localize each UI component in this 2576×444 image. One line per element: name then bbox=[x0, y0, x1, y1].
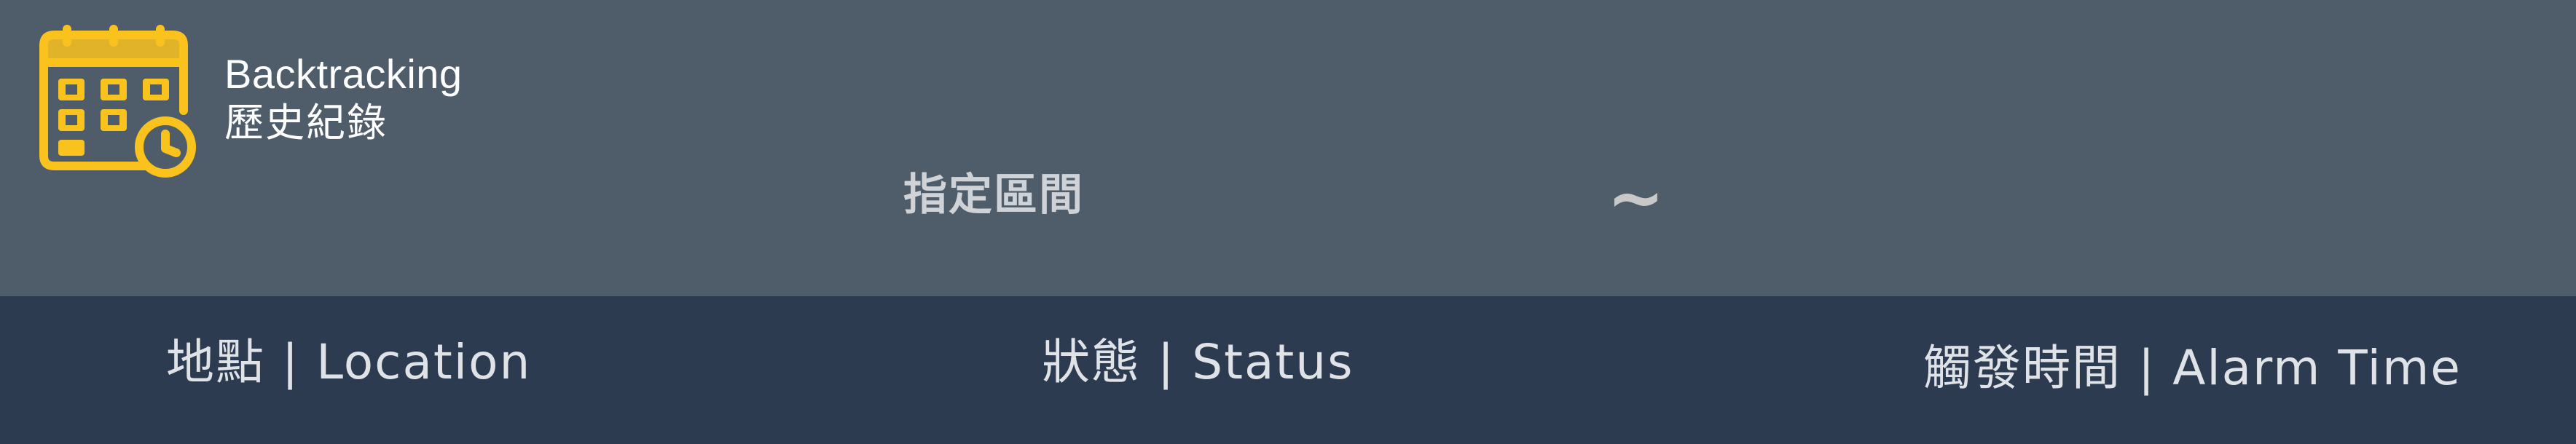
top-bar: Backtracking 歷史紀錄 指定區間 ~ bbox=[0, 0, 2576, 296]
range-end-input[interactable] bbox=[1705, 160, 2142, 226]
range-start-input[interactable] bbox=[1180, 160, 1588, 226]
range-separator: ~ bbox=[1607, 159, 1665, 238]
app-title-zh: 歷史紀錄 bbox=[224, 100, 388, 146]
column-header-location[interactable]: 地點 | Location bbox=[166, 338, 531, 386]
table-header: 地點 | Location 狀態 | Status 觸發時間 | Alarm T… bbox=[0, 296, 2576, 444]
app-brand: Backtracking 歷史紀錄 bbox=[224, 54, 463, 143]
backtracking-page: Backtracking 歷史紀錄 指定區間 ~ 地點 | Location 狀… bbox=[0, 0, 2576, 444]
column-header-status[interactable]: 狀態 | Status bbox=[1042, 338, 1354, 386]
column-header-alarm-time[interactable]: 觸發時間 | Alarm Time bbox=[1923, 344, 2462, 392]
calendar-clock-icon bbox=[38, 25, 198, 182]
app-title-en: Backtracking bbox=[224, 51, 463, 97]
date-range-label: 指定區間 bbox=[903, 170, 1084, 221]
